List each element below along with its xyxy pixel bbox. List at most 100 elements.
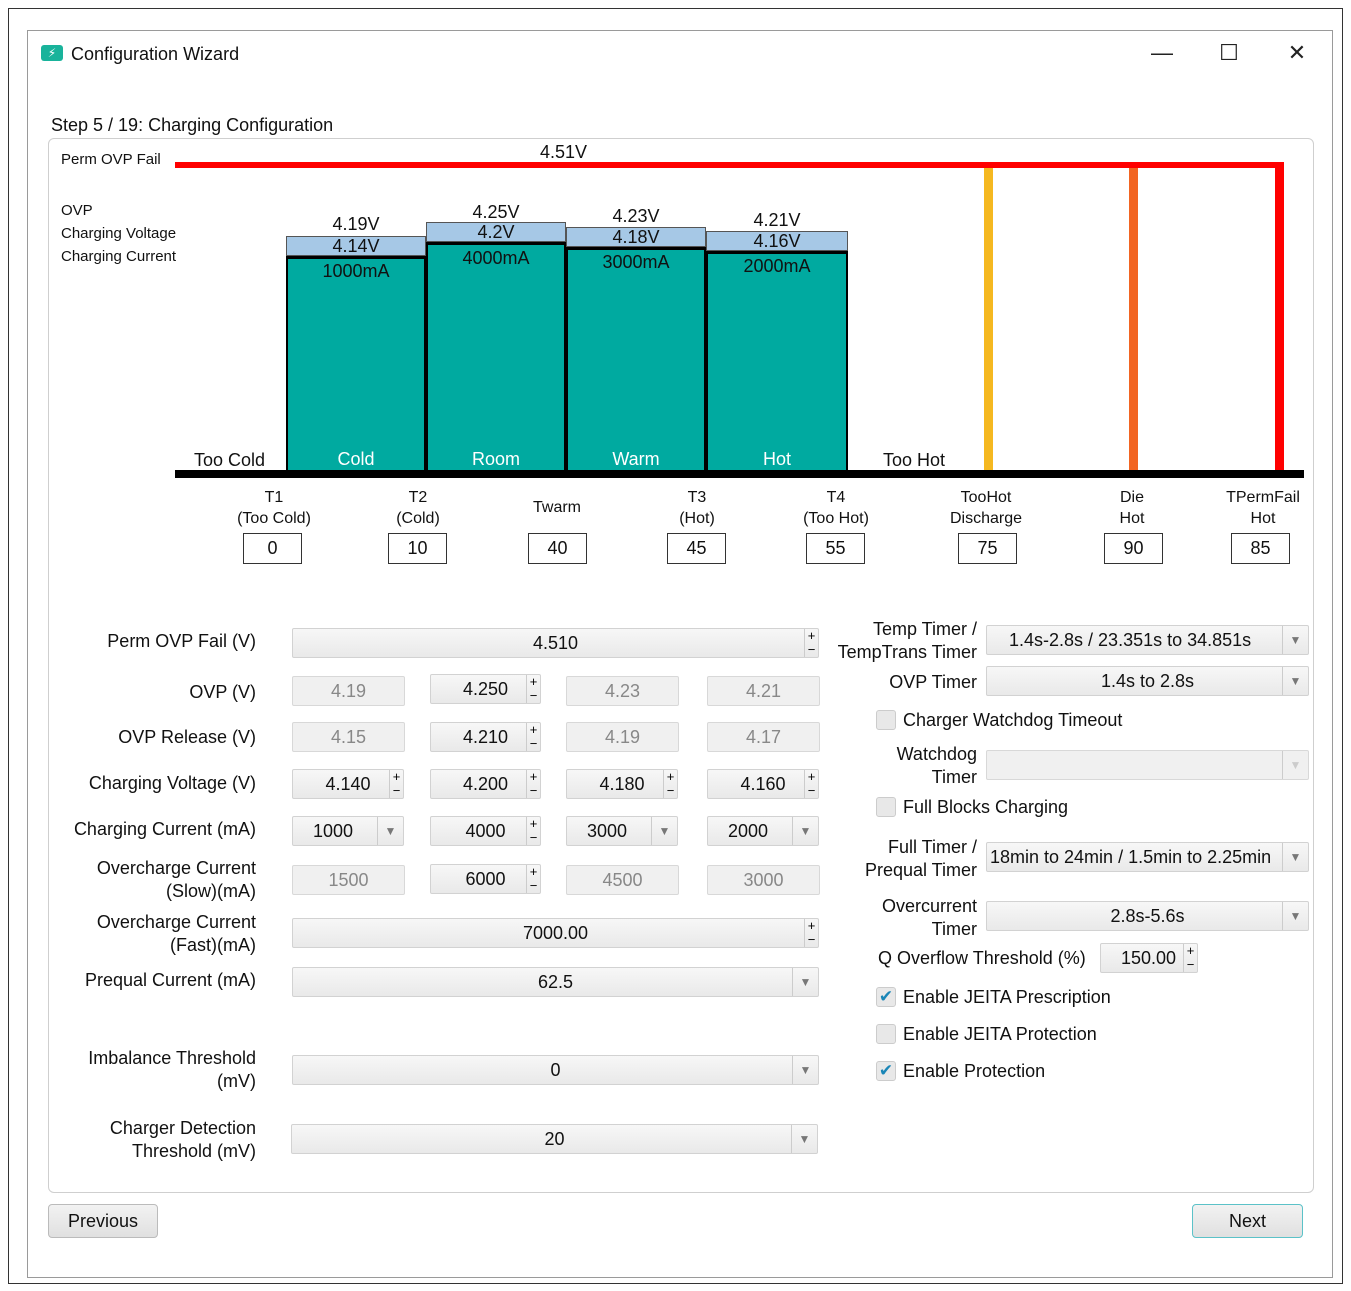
q-overflow-input[interactable]: 150.00 + − [1100, 943, 1198, 973]
t2-input[interactable]: 10 [388, 533, 447, 564]
spinner[interactable]: + − [389, 770, 403, 798]
twarm-input[interactable]: 40 [528, 533, 587, 564]
enable-protection-label: Enable Protection [903, 1061, 1046, 1081]
chevron-down-icon: ▼ [792, 817, 818, 845]
chevron-down-icon: ▼ [651, 817, 677, 845]
zone-label: Warm [612, 449, 660, 469]
ovp-label: OVP (V) [189, 682, 256, 702]
zone-label: Hot [762, 449, 791, 469]
overcurrent-timer-select[interactable]: 2.8s-5.6s ▼ [986, 901, 1309, 931]
close-button[interactable]: ✕ [1277, 40, 1317, 66]
charging-current-hot-select[interactable]: 2000 ▼ [707, 816, 819, 846]
charger-detection-select[interactable]: 20 ▼ [291, 1124, 818, 1154]
minimize-button[interactable]: — [1142, 40, 1182, 66]
spinner[interactable]: + − [663, 770, 677, 798]
t4-label: T4 (Too Hot) [803, 489, 869, 527]
full-timer-select[interactable]: 18min to 24min / 1.5min to 2.25min ▼ [986, 842, 1309, 872]
temp-timer-select[interactable]: 1.4s-2.8s / 23.351s to 34.851s ▼ [986, 625, 1309, 655]
chevron-down-icon: ▼ [1282, 843, 1308, 871]
bar-ovp-label: 4.25V [472, 202, 520, 222]
legend-charging-voltage: Charging Voltage [61, 225, 177, 242]
t1-label: T1 (Too Cold) [237, 489, 311, 527]
jeita-prescription-checkbox[interactable]: ✔ [876, 987, 896, 1007]
charging-current-warm-select[interactable]: 3000 ▼ [566, 816, 678, 846]
chevron-down-icon: ▼ [1282, 751, 1308, 779]
charging-voltage-warm-input[interactable]: 4.180 + − [566, 769, 678, 799]
enable-protection-checkbox[interactable]: ✔ [876, 1061, 896, 1081]
charging-voltage-hot-value: 4.160 [740, 774, 786, 794]
toohot-discharge-label: TooHot Discharge [949, 489, 1023, 527]
spinner[interactable]: + − [1183, 944, 1197, 972]
bar-current: 1000mA [322, 261, 390, 281]
charging-voltage-hot-input[interactable]: 4.160 + − [707, 769, 819, 799]
zone-label: Cold [337, 449, 375, 469]
die-hot-input[interactable]: 90 [1104, 533, 1163, 564]
perm-ovp-line [175, 162, 1284, 168]
q-overflow-label: Q Overflow Threshold (%) [878, 948, 1086, 968]
overcharge-slow-cold-field: 1500 [292, 865, 405, 895]
next-button[interactable]: Next [1192, 1204, 1303, 1238]
ovp-room-input[interactable]: 4.250 + − [430, 674, 541, 704]
ovp-release-room-input[interactable]: 4.210 + − [430, 722, 541, 752]
prequal-current-value: 62.5 [537, 972, 574, 992]
jeita-protection-checkbox[interactable] [876, 1024, 896, 1044]
spinner[interactable]: + − [526, 770, 540, 798]
charging-voltage-room-input[interactable]: 4.200 + − [430, 769, 541, 799]
overcurrent-timer-label: Overcurrent Timer [881, 896, 977, 939]
overcharge-slow-room-input[interactable]: 6000 + − [430, 864, 541, 894]
perm-ovp-label: Perm OVP Fail [61, 151, 161, 168]
charge-bar [426, 242, 566, 470]
overcharge-slow-warm-field: 4500 [566, 865, 679, 895]
overcharge-slow-label: Overcharge Current (Slow)(mA) [96, 858, 256, 901]
toohot-discharge-input[interactable]: 75 [958, 533, 1017, 564]
app-icon: ⚡ [41, 45, 63, 61]
jeita-prescription-label: Enable JEITA Prescription [903, 987, 1111, 1007]
bar-current: 2000mA [743, 256, 811, 276]
imbalance-threshold-select[interactable]: 0 ▼ [292, 1055, 819, 1085]
charging-current-label: Charging Current (mA) [73, 819, 256, 839]
charger-detection-value: 20 [544, 1129, 565, 1149]
spinner[interactable]: + − [804, 629, 818, 657]
charge-bar [706, 251, 848, 470]
charge-bar [286, 256, 426, 470]
chevron-down-icon: ▼ [1282, 902, 1308, 930]
spinner[interactable]: + − [804, 770, 818, 798]
too-hot-label: Too Hot [883, 450, 946, 470]
charging-current-room-input[interactable]: 4000 + − [430, 816, 541, 846]
window-title: Configuration Wizard [71, 44, 240, 64]
ovp-release-hot-field: 4.17 [707, 722, 820, 752]
full-blocks-charging-checkbox[interactable] [876, 797, 896, 817]
legend-ovp: OVP [61, 202, 93, 219]
spinner[interactable]: + − [526, 817, 540, 845]
spinner[interactable]: + − [526, 675, 540, 703]
charging-voltage-warm-value: 4.180 [599, 774, 645, 794]
prequal-current-select[interactable]: 62.5 ▼ [292, 967, 819, 997]
maximize-button[interactable]: ☐ [1209, 40, 1249, 66]
chevron-down-icon: ▼ [792, 968, 818, 996]
t4-input[interactable]: 55 [806, 533, 865, 564]
chevron-down-icon: ▼ [1282, 667, 1308, 695]
spinner[interactable]: + − [526, 865, 540, 893]
charging-current-cold-select[interactable]: 1000 ▼ [292, 816, 404, 846]
charging-voltage-cold-input[interactable]: 4.140 + − [292, 769, 404, 799]
ovp-warm-field: 4.23 [566, 676, 679, 706]
perm-ovp-fail-input[interactable]: 4.510 + − [292, 628, 819, 658]
tpermfail-label: TPermFail Hot [1226, 489, 1300, 527]
overcharge-fast-label: Overcharge Current (Fast)(mA) [96, 912, 256, 955]
t1-input[interactable]: 0 [243, 533, 302, 564]
previous-button[interactable]: Previous [48, 1204, 158, 1238]
chevron-down-icon: ▼ [791, 1125, 817, 1153]
charger-detection-label: Charger Detection Threshold (mV) [109, 1118, 256, 1161]
ovp-timer-label: OVP Timer [889, 672, 977, 692]
overcharge-slow-hot-field: 3000 [707, 865, 820, 895]
overcharge-fast-input[interactable]: 7000.00 + − [292, 918, 819, 948]
tpermfail-line [1275, 168, 1284, 470]
t3-input[interactable]: 45 [667, 533, 726, 564]
ovp-timer-select[interactable]: 1.4s to 2.8s ▼ [986, 666, 1309, 696]
charger-watchdog-checkbox[interactable] [876, 710, 896, 730]
step-title: Step 5 / 19: Charging Configuration [51, 115, 334, 135]
perm-ovp-fail-value: 4.510 [532, 633, 579, 653]
spinner[interactable]: + − [526, 723, 540, 751]
spinner[interactable]: + − [804, 919, 818, 947]
tpermfail-input[interactable]: 85 [1231, 533, 1290, 564]
